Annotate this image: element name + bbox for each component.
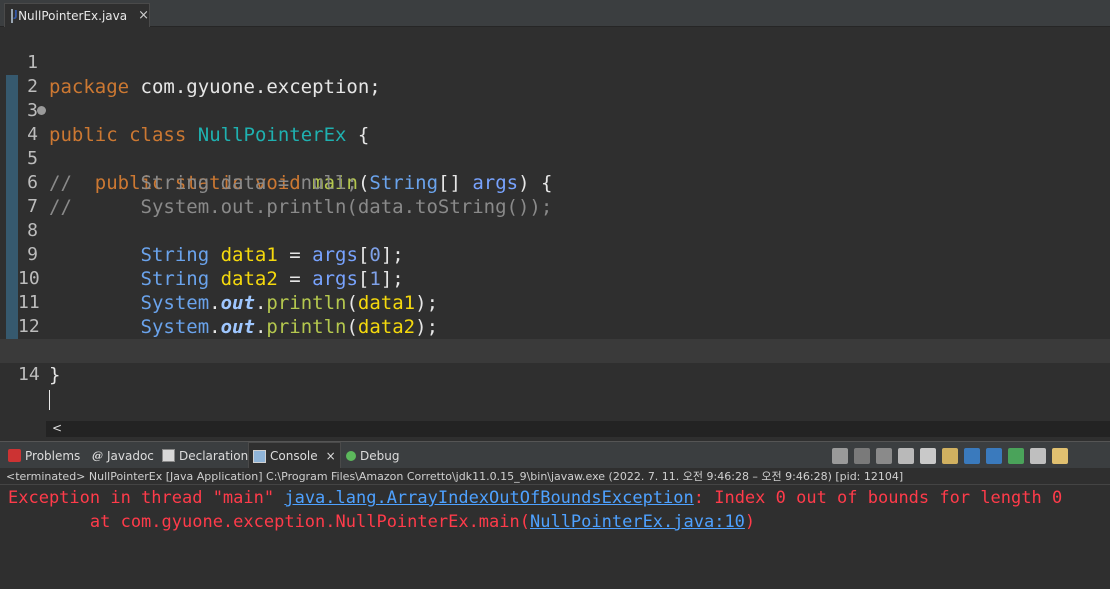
code-line: 7	[0, 171, 1110, 217]
tab-problems-label: Problems	[25, 448, 81, 463]
code-line: 10 System.out.println(data1);	[0, 243, 1110, 314]
show-stdout-icon[interactable]	[964, 448, 980, 464]
console-line: Exception in thread "main" java.lang.Arr…	[8, 486, 1062, 510]
exception-link[interactable]: java.lang.ArrayIndexOutOfBoundsException	[284, 488, 693, 508]
code-line: 5 // String data = null;	[0, 123, 1110, 194]
tab-javadoc-label: Javadoc	[107, 448, 154, 463]
code-line: 1 package com.gyuone.exception;	[0, 27, 1110, 98]
console-text: at com.gyuone.exception.NullPointerEx.ma…	[8, 512, 530, 532]
console-text: )	[744, 512, 756, 532]
tab-problems[interactable]: Problems	[8, 442, 80, 469]
debug-icon	[346, 450, 356, 461]
editor-tab-bar: NullPointerEx.java ×	[0, 0, 1110, 27]
code-line: 8 String data1 = args[0];	[0, 195, 1110, 266]
problems-icon	[8, 449, 21, 462]
code-text: }	[49, 364, 61, 386]
editor-tab-nullpointerex[interactable]: NullPointerEx.java ×	[4, 3, 150, 27]
console-text: : Index 0 out of bounds for length 0	[693, 488, 1063, 508]
pin-console-icon[interactable]	[1008, 448, 1024, 464]
tab-declaration-label: Declaration	[179, 448, 249, 463]
show-stderr-icon[interactable]	[986, 448, 1002, 464]
tab-debug-label: Debug	[360, 448, 400, 463]
tab-debug[interactable]: Debug	[346, 442, 399, 469]
code-line: 6 // System.out.println(data.toString())…	[0, 147, 1110, 218]
word-wrap-icon[interactable]	[942, 448, 958, 464]
code-line: 2	[0, 51, 1110, 97]
code-line: 3 public class NullPointerEx {	[0, 75, 1110, 146]
java-file-icon	[11, 8, 18, 23]
declaration-icon	[162, 449, 175, 462]
display-console-icon[interactable]	[1030, 448, 1046, 464]
panel-tab-bar: Problems @ Javadoc Declaration Console ×…	[0, 441, 1110, 469]
console-line: at com.gyuone.exception.NullPointerEx.ma…	[8, 510, 755, 534]
horizontal-scrollbar[interactable]: <	[46, 421, 1110, 437]
source-link[interactable]: NullPointerEx.java:10	[530, 512, 745, 532]
console-text: Exception in thread "main"	[8, 488, 285, 508]
remove-launch-icon[interactable]	[854, 448, 870, 464]
scroll-lock-icon[interactable]	[920, 448, 936, 464]
code-editor[interactable]: 1 package com.gyuone.exception; 2 3 publ…	[0, 27, 1110, 437]
code-line: 4 public static void main(String[] args)…	[0, 99, 1110, 194]
console-output[interactable]: Exception in thread "main" java.lang.Arr…	[0, 486, 1110, 589]
scroll-left-icon[interactable]: <	[52, 421, 62, 435]
clear-console-icon[interactable]	[898, 448, 914, 464]
tab-console[interactable]: Console ×	[248, 442, 341, 469]
editor-tab-label: NullPointerEx.java	[18, 8, 128, 23]
code-line: 9 String data2 = args[1];	[0, 219, 1110, 290]
console-toolbar	[832, 448, 1068, 464]
terminate-icon[interactable]	[832, 448, 848, 464]
remove-all-icon[interactable]	[876, 448, 892, 464]
fold-icon[interactable]	[37, 106, 46, 115]
code-line: 13 }	[0, 315, 1110, 386]
tab-declaration[interactable]: Declaration	[162, 442, 248, 469]
line-number: 14	[18, 364, 40, 385]
tab-javadoc[interactable]: @ Javadoc	[92, 442, 154, 469]
text-caret	[49, 389, 50, 410]
close-icon[interactable]: ×	[138, 8, 149, 23]
code-line: 12 }	[0, 291, 1110, 362]
close-icon[interactable]: ×	[326, 449, 336, 463]
javadoc-icon: @	[92, 449, 103, 462]
tab-console-label: Console	[270, 449, 318, 463]
code-line: 11 System.out.println(data2);	[0, 267, 1110, 338]
current-code-line[interactable]: 14	[0, 339, 1110, 410]
open-console-icon[interactable]	[1052, 448, 1068, 464]
console-process-label: <terminated> NullPointerEx [Java Applica…	[0, 468, 1110, 485]
console-icon	[253, 449, 266, 463]
